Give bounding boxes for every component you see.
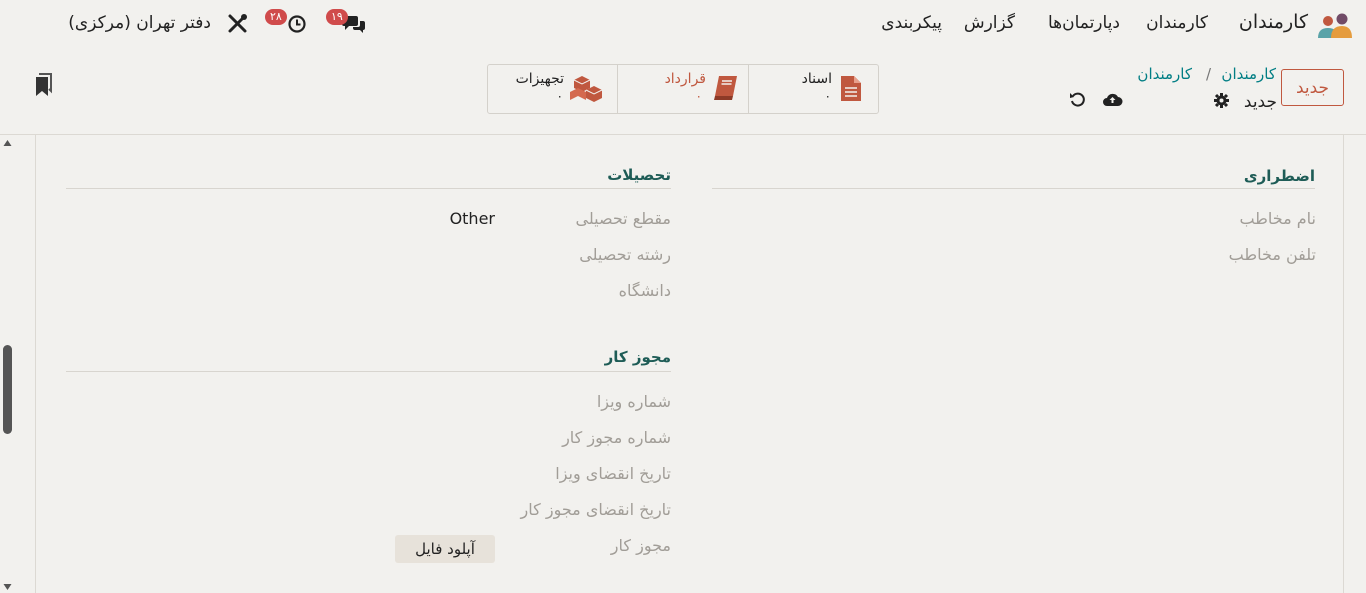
menu-reporting[interactable]: گزارش [964,13,1015,33]
app-logo-icon[interactable] [1316,12,1352,38]
education-section-title: تحصیلات [607,166,671,184]
contract-smart-button[interactable]: قرارداد ۰ [618,65,749,113]
discard-icon[interactable] [1069,91,1086,108]
scroll-up-arrow-icon[interactable] [3,139,12,147]
activity-clock-icon[interactable] [287,14,307,34]
emergency-section-title: اضطراری [1243,167,1315,185]
menu-configuration[interactable]: پیکربندی [881,13,942,33]
breadcrumb-separator: / [1205,65,1211,83]
tools-icon[interactable] [227,13,248,34]
emergency-contact-phone-label: تلفن مخاطب [1228,245,1316,264]
work-permit-section-title: مجوز کار [604,348,671,366]
record-name: جدید [1243,92,1277,112]
work-permit-number-label: شماره مجوز کار [562,428,671,447]
new-button[interactable]: جدید [1281,69,1344,106]
boxes-icon [570,74,608,103]
breadcrumb-employees-link-2[interactable]: کارمندان [1137,65,1192,83]
contract-label: قرارداد [664,71,706,87]
visa-number-label: شماره ویزا [596,392,671,411]
document-icon [840,75,862,102]
gear-icon[interactable] [1213,92,1230,109]
emergency-contact-name-label: نام مخاطب [1239,209,1316,228]
scroll-down-arrow-icon[interactable] [3,583,12,591]
menu-departments[interactable]: دپارتمان‌ها [1048,13,1120,33]
documents-label: اسناد [801,71,832,87]
work-permit-file-label: مجوز کار [610,536,671,555]
company-switcher[interactable]: دفتر تهران (مرکزی) [68,13,211,33]
control-panel-divider [0,134,1366,135]
school-label: دانشگاه [618,281,671,300]
equipment-label: تجهیزات [515,71,564,87]
breadcrumb-employees-link[interactable]: کارمندان [1221,65,1276,83]
emergency-section-divider [712,188,1315,189]
contract-count: ۰ [695,89,702,103]
menu-employees[interactable]: کارمندان [1146,13,1208,33]
documents-count: ۰ [824,89,831,103]
field-of-study-label: رشته تحصیلی [579,245,671,264]
certificate-level-select[interactable]: Other [450,209,495,228]
work-permit-section-divider [66,371,671,372]
permit-expiry-label: تاریخ انقضای مجوز کار [520,500,671,519]
education-section-divider [66,188,671,189]
upload-file-button[interactable]: آپلود فایل [395,535,495,563]
activity-badge: ۲۸ [265,9,287,25]
sheet-left-border [35,135,36,593]
equipment-smart-button[interactable]: تجهیزات ۰ [488,65,618,113]
save-cloud-icon[interactable] [1102,91,1123,107]
book-icon [714,75,738,101]
equipment-count: ۰ [556,89,563,103]
messages-badge: ۱۹ [326,9,348,25]
visa-expiry-label: تاریخ انقضای ویزا [555,464,671,483]
sheet-right-border [1343,135,1344,593]
smart-buttons-box: اسناد ۰ قرارداد ۰ تجهیزات ۰ [487,64,879,114]
scrollbar-thumb[interactable] [3,345,12,434]
documents-smart-button[interactable]: اسناد ۰ [749,65,879,113]
bookmark-icon[interactable] [35,73,53,97]
certificate-level-label: مقطع تحصیلی [575,209,671,228]
app-title[interactable]: کارمندان [1239,11,1308,33]
